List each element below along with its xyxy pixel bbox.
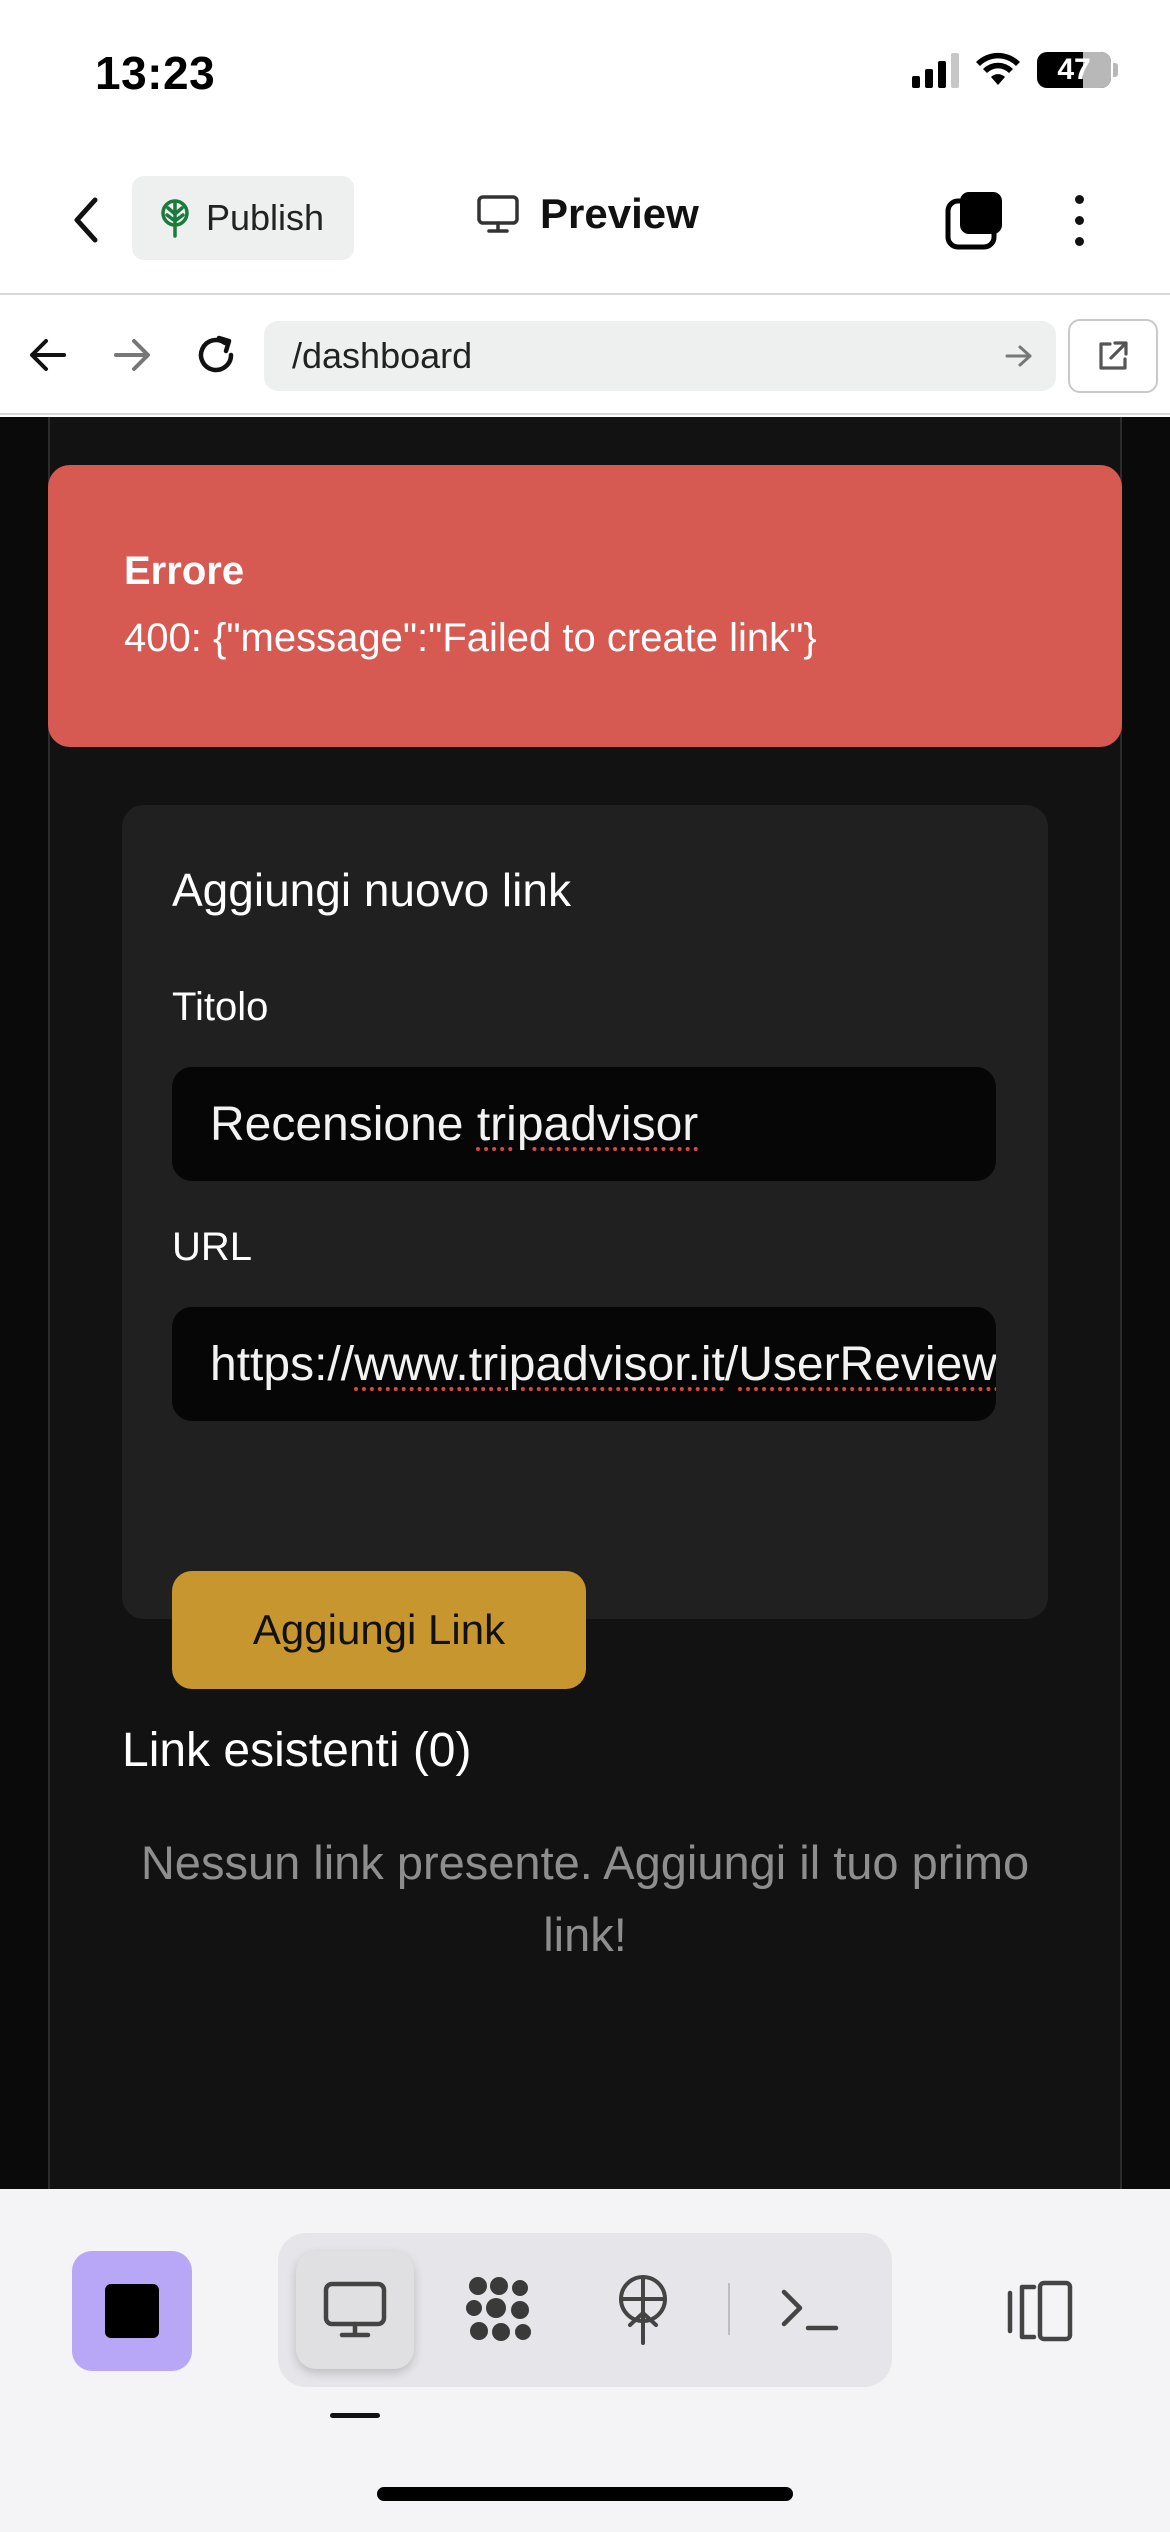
nav-back-button[interactable]	[18, 325, 78, 385]
cellular-signal-icon	[912, 52, 959, 88]
arrow-left-icon	[30, 339, 66, 371]
tabs-icon	[945, 192, 1002, 250]
url-field[interactable]: https://www.tripadvisor.it/UserReviewEdi…	[172, 1307, 996, 1421]
reload-button[interactable]	[186, 325, 246, 385]
tool-deploy[interactable]	[584, 2251, 702, 2369]
deploy-icon	[619, 2275, 667, 2345]
tool-network[interactable]	[440, 2251, 558, 2369]
publish-label: Publish	[206, 197, 325, 238]
more-options-button[interactable]	[1056, 185, 1102, 255]
home-indicator	[377, 2487, 793, 2501]
empty-links-message: Nessun link presente. Aggiungi il tuo pr…	[140, 1836, 1030, 1961]
stop-icon	[105, 2284, 159, 2338]
title-value-misspelled: tripadvisor	[476, 1097, 699, 1151]
url-value-sep: /	[724, 1337, 739, 1391]
error-message: 400: {"message":"Failed to create link"}	[124, 616, 817, 660]
arrow-right-small-icon	[1005, 345, 1032, 367]
nav-forward-button[interactable]	[102, 325, 162, 385]
back-button[interactable]	[60, 190, 110, 250]
preview-title: Preview	[476, 190, 699, 238]
error-title: Errore	[124, 549, 245, 593]
url-value-prefix: https://	[210, 1337, 355, 1391]
existing-links-heading: Link esistenti (0)	[122, 1724, 472, 1777]
network-icon	[466, 2277, 531, 2341]
app-bar: Publish Preview	[0, 150, 1170, 295]
url-go-button[interactable]	[1000, 337, 1038, 375]
url-label: URL	[172, 1225, 253, 1269]
form-heading: Aggiungi nuovo link	[172, 864, 571, 916]
reload-icon	[198, 335, 234, 373]
publish-tree-icon	[161, 199, 189, 238]
tabs-button[interactable]	[940, 185, 1010, 255]
page-title: Preview	[540, 190, 699, 237]
device-frame-icon	[1007, 2280, 1073, 2342]
url-text: /dashboard	[292, 335, 473, 376]
chevron-left-icon	[74, 197, 98, 243]
title-input[interactable]: Recensione tripadvisor	[172, 1067, 996, 1181]
status-indicators: 47	[912, 52, 1118, 88]
url-bar: /dashboard	[0, 297, 1170, 415]
wifi-icon	[976, 52, 1020, 85]
url-value-domain: www.tripadvisor.it	[354, 1337, 725, 1391]
add-link-button[interactable]: Aggiungi Link	[172, 1571, 586, 1689]
publish-button[interactable]: Publish	[132, 176, 354, 260]
arrow-right-icon	[114, 339, 150, 371]
tool-divider	[728, 2283, 730, 2335]
stop-button[interactable]	[72, 2251, 192, 2371]
status-time: 13:23	[95, 47, 216, 99]
battery-icon: 47	[1037, 52, 1118, 88]
title-value-prefix: Recensione	[210, 1097, 477, 1151]
tool-preview[interactable]	[296, 2251, 414, 2369]
add-link-form: Aggiungi nuovo link Titolo Recensione tr…	[122, 805, 1048, 1689]
url-input[interactable]: /dashboard	[264, 321, 1056, 391]
terminal-icon	[781, 2289, 839, 2331]
external-link-icon	[1099, 341, 1128, 370]
battery-level: 47	[1057, 53, 1091, 86]
webview: Errore 400: {"message":"Failed to create…	[0, 417, 1170, 2189]
tool-terminal[interactable]	[752, 2251, 870, 2369]
title-label: Titolo	[172, 985, 269, 1029]
active-tool-indicator	[330, 2413, 380, 2418]
url-value-path: UserReviewEdit	[738, 1337, 996, 1391]
error-toast[interactable]: Errore 400: {"message":"Failed to create…	[48, 465, 1122, 747]
monitor-icon	[323, 2281, 387, 2338]
device-rotate-button[interactable]	[1000, 2271, 1080, 2351]
tool-group	[278, 2233, 892, 2387]
open-external-button[interactable]	[1068, 319, 1158, 393]
monitor-icon	[477, 195, 519, 233]
bottom-toolbar	[0, 2189, 1170, 2532]
status-bar: 13:23 47	[0, 0, 1170, 150]
